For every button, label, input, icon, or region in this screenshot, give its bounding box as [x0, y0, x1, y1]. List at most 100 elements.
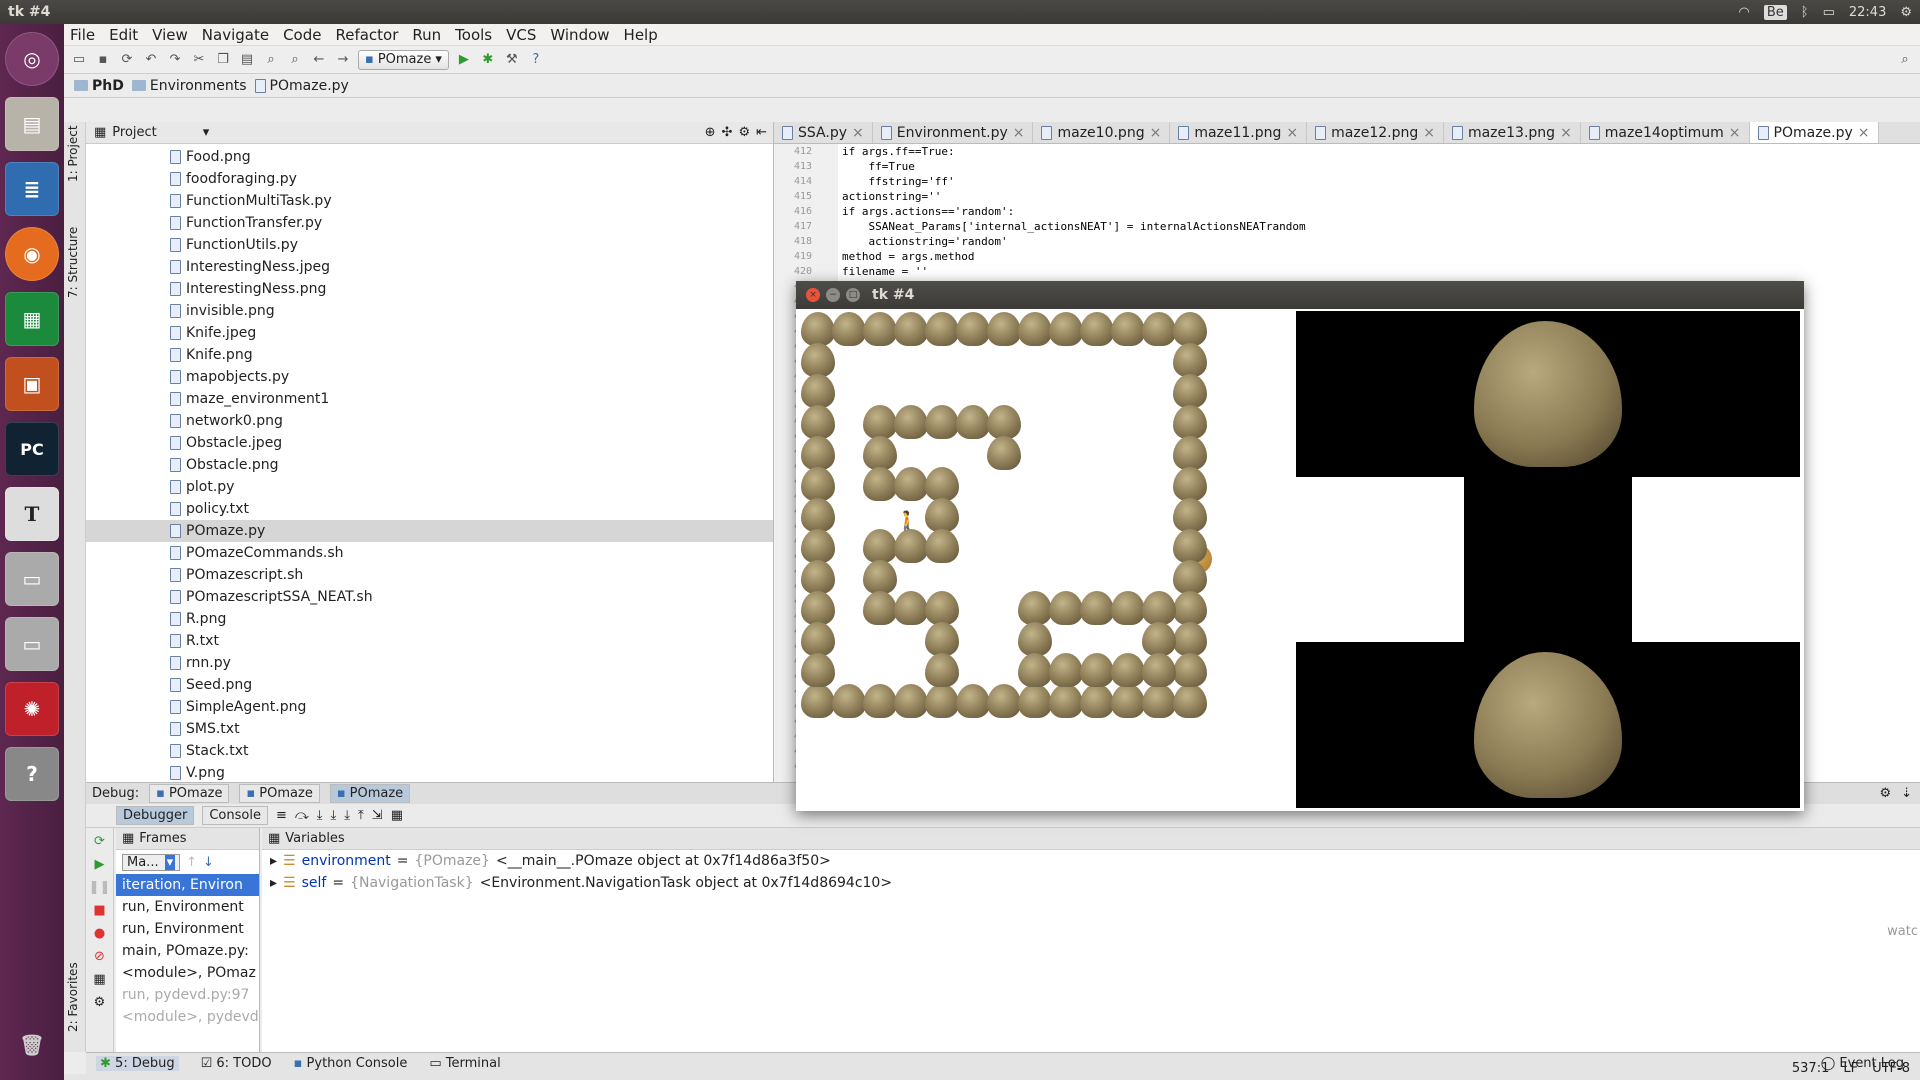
project-title[interactable]: Project — [112, 125, 156, 140]
show-execution-point-icon[interactable]: ≡ — [276, 808, 287, 823]
menu-run[interactable]: Run — [412, 26, 441, 44]
menu-view[interactable]: View — [152, 26, 188, 44]
mendeley-icon[interactable]: ✺ — [5, 682, 59, 736]
menu-help[interactable]: Help — [624, 26, 658, 44]
find-icon[interactable]: ⌕ — [262, 51, 280, 69]
project-file-item[interactable]: Obstacle.jpeg — [170, 432, 773, 454]
close-tab-icon[interactable]: × — [1423, 125, 1435, 141]
stack-frame[interactable]: run, pydevd.py:97 — [116, 984, 259, 1006]
undo-icon[interactable]: ↶ — [142, 51, 160, 69]
project-file-item[interactable]: invisible.png — [170, 300, 773, 322]
project-file-item[interactable]: InterestingNess.png — [170, 278, 773, 300]
clock[interactable]: 22:43 — [1849, 5, 1886, 20]
impress-icon[interactable]: ▣ — [5, 357, 59, 411]
battery-icon[interactable]: ▭ — [1823, 5, 1835, 20]
project-file-item[interactable]: FunctionTransfer.py — [170, 212, 773, 234]
drive-2-icon[interactable]: ▭ — [5, 617, 59, 671]
force-step-into-icon[interactable]: ⤓ — [344, 808, 350, 823]
hide-panel-icon[interactable]: ⇣ — [1901, 786, 1912, 801]
firefox-icon[interactable]: ◉ — [5, 227, 59, 281]
project-file-item[interactable]: foodforaging.py — [170, 168, 773, 190]
run-config-select[interactable]: ▪ POmaze ▾ — [358, 49, 449, 70]
run-to-cursor-icon[interactable]: ⇲ — [372, 808, 383, 823]
resume-icon[interactable]: ▶ — [95, 857, 105, 872]
breadcrumb-file[interactable]: POmaze.py — [254, 78, 349, 94]
forward-icon[interactable]: → — [334, 51, 352, 69]
close-tab-icon[interactable]: × — [1729, 125, 1741, 141]
menu-window[interactable]: Window — [550, 26, 609, 44]
project-file-item[interactable]: Seed.png — [170, 674, 773, 696]
project-file-item[interactable]: V.png — [170, 762, 773, 784]
stack-frame[interactable]: main, POmaze.py: — [116, 940, 259, 962]
close-tab-icon[interactable]: × — [852, 125, 864, 141]
hide-icon[interactable]: ⇤ — [756, 125, 767, 140]
open-folder-icon[interactable]: ▭ — [70, 51, 88, 69]
variable-row[interactable]: ▸ ☰ environment = {POmaze} <__main__.POmaze o… — [262, 850, 1920, 872]
code-line[interactable]: if args.actions=='random': — [842, 204, 1306, 219]
project-file-item[interactable]: InterestingNess.jpeg — [170, 256, 773, 278]
copy-icon[interactable]: ❐ — [214, 51, 232, 69]
project-file-item[interactable]: network0.png — [170, 410, 773, 432]
help-icon[interactable]: ? — [527, 51, 545, 69]
project-file-item[interactable]: policy.txt — [170, 498, 773, 520]
stack-frame[interactable]: run, Environment — [116, 896, 259, 918]
project-file-item[interactable]: POmazeCommands.sh — [170, 542, 773, 564]
code-line[interactable]: actionstring='random' — [842, 234, 1306, 249]
tool-structure[interactable]: 7: Structure — [66, 227, 80, 298]
collapse-icon[interactable]: ✣ — [722, 125, 733, 140]
settings-gear-icon[interactable]: ⚙ — [1900, 5, 1912, 20]
stop-icon[interactable]: ■ — [93, 903, 105, 918]
debugger-subtab[interactable]: Debugger — [116, 806, 195, 825]
project-file-item[interactable]: FunctionUtils.py — [170, 234, 773, 256]
step-out-icon[interactable]: ⤒ — [358, 808, 364, 823]
stack-frame[interactable]: <module>, POmaz — [116, 962, 259, 984]
ubuntu-dash-icon[interactable]: ◎ — [5, 32, 59, 86]
restore-layout-icon[interactable]: ▦ — [93, 972, 105, 987]
tool-todo[interactable]: ☑ 6: TODO — [201, 1056, 272, 1071]
close-icon[interactable]: × — [806, 288, 820, 302]
project-file-item[interactable]: Food.png — [170, 146, 773, 168]
project-file-item[interactable]: POmaze.py — [86, 520, 773, 542]
debug-icon[interactable]: ✱ — [479, 51, 497, 69]
close-tab-icon[interactable]: × — [1013, 125, 1025, 141]
menu-refactor[interactable]: Refactor — [335, 26, 398, 44]
project-file-item[interactable]: plot.py — [170, 476, 773, 498]
caret-position[interactable]: 537:1 — [1792, 1061, 1829, 1076]
redo-icon[interactable]: ↷ — [166, 51, 184, 69]
editor-tab[interactable]: maze12.png × — [1307, 122, 1444, 143]
evaluate-icon[interactable]: ▦ — [391, 808, 403, 823]
drive-icon[interactable]: ▭ — [5, 552, 59, 606]
project-file-item[interactable]: SMS.txt — [170, 718, 773, 740]
calc-icon[interactable]: ▦ — [5, 292, 59, 346]
editor-tab[interactable]: POmaze.py × — [1749, 122, 1879, 143]
stack-frame[interactable]: <module>, pydevd — [116, 1006, 259, 1028]
project-file-item[interactable]: Knife.png — [170, 344, 773, 366]
variable-row[interactable]: ▸ ☰ self = {NavigationTask} <Environment.Navi… — [262, 872, 1920, 894]
settings-icon[interactable]: ⚒ — [503, 51, 521, 69]
project-file-item[interactable]: Obstacle.png — [170, 454, 773, 476]
project-file-item[interactable]: Stack.txt — [170, 740, 773, 762]
project-file-item[interactable]: R.png — [170, 608, 773, 630]
code-line[interactable]: method = args.method — [842, 249, 1306, 264]
rerun-icon[interactable]: ⟳ — [94, 834, 105, 849]
code-line[interactable]: actionstring='' — [842, 189, 1306, 204]
code-view[interactable]: if args.ff==True: ff=True ffstring='ff' a… — [842, 144, 1306, 279]
locate-icon[interactable]: ⊕ — [705, 125, 716, 140]
keyboard-layout[interactable]: Be — [1763, 4, 1787, 20]
close-tab-icon[interactable]: × — [1858, 125, 1870, 141]
project-file-item[interactable]: rnn.py — [170, 652, 773, 674]
pause-icon[interactable]: ❚❚ — [89, 880, 111, 895]
trash-icon[interactable]: 🗑 — [5, 1018, 59, 1072]
console-subtab[interactable]: Console — [202, 806, 268, 825]
sync-icon[interactable]: ⟳ — [118, 51, 136, 69]
wifi-icon[interactable]: ◠ — [1739, 5, 1750, 20]
menu-file[interactable]: File — [70, 26, 95, 44]
search-everywhere-icon[interactable]: ⌕ — [1896, 51, 1914, 69]
code-line[interactable]: ff=True — [842, 159, 1306, 174]
project-file-item[interactable]: POmazescript.sh — [170, 564, 773, 586]
breadcrumb-environments[interactable]: Environments — [131, 78, 247, 94]
stack-frame[interactable]: iteration, Environ — [116, 874, 259, 896]
project-file-item[interactable]: mapobjects.py — [170, 366, 773, 388]
up-arrow-icon[interactable]: ↑ — [186, 855, 197, 870]
tool-terminal[interactable]: ▭ Terminal — [429, 1056, 500, 1071]
